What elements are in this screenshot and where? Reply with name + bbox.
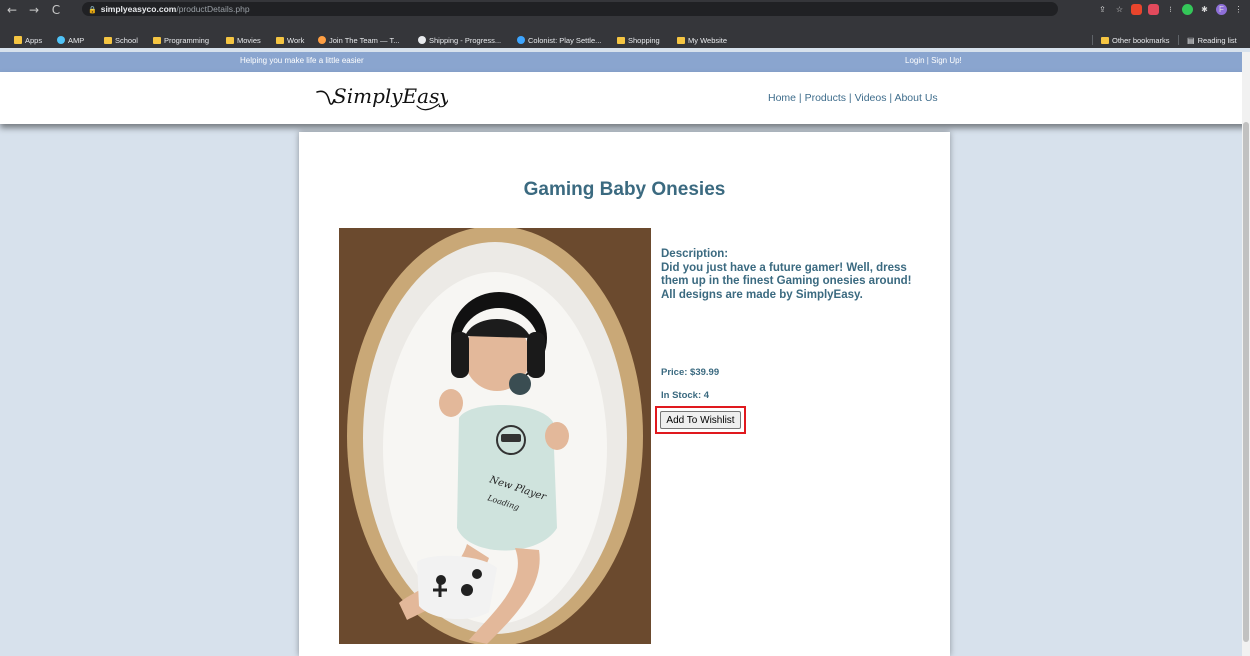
profile-icon[interactable]: F: [1216, 3, 1227, 15]
extension-icons: ⇪ ☆ ⁝ ✱ F ⋮: [1097, 3, 1244, 15]
extension-pocket-icon[interactable]: [1148, 3, 1159, 15]
product-title: Gaming Baby Onesies: [523, 179, 726, 200]
folder-icon: [153, 36, 161, 44]
reading-list-icon: ▤: [1187, 35, 1195, 45]
add-to-wishlist-button[interactable]: Add To Wishlist: [660, 411, 741, 429]
product-card: Gaming Baby Onesies New Player Loading D…: [299, 132, 950, 656]
site-tagline: Helping you make life a little easier: [240, 56, 364, 65]
bookmark-programming[interactable]: Programming: [153, 32, 209, 48]
site-icon: [517, 36, 525, 44]
folder-icon: [1101, 36, 1109, 44]
product-price: Price: $39.99: [661, 367, 720, 378]
bookmarks-divider: [1092, 35, 1093, 45]
folder-icon: [276, 36, 284, 44]
folder-icon: [677, 36, 685, 44]
folder-icon: [617, 36, 625, 44]
back-icon[interactable]: ←: [6, 3, 18, 17]
reading-list[interactable]: ▤ Reading list: [1187, 32, 1237, 48]
extension-red-icon[interactable]: [1131, 3, 1142, 15]
product-photo: New Player Loading: [339, 228, 651, 644]
main-nav[interactable]: Home | Products | Videos | About Us: [768, 92, 938, 104]
apps-grid-icon: [14, 36, 22, 44]
bookmark-colonist[interactable]: Colonist: Play Settle...: [517, 32, 601, 48]
amp-icon: [57, 36, 65, 44]
bookmark-amp[interactable]: AMP: [57, 32, 84, 48]
browser-toolbar: ← → C 🔒 simplyeasyco.com/productDetails.p…: [0, 0, 1250, 32]
site-topbar: Helping you make life a little easier Lo…: [0, 52, 1250, 72]
logo-text: SimplyEasy: [333, 84, 448, 108]
url-host: simplyeasyco.com: [100, 4, 177, 14]
bookmark-join-team[interactable]: Join The Team — T...: [318, 32, 399, 48]
share-icon[interactable]: ⇪: [1097, 4, 1108, 15]
folder-icon: [104, 36, 112, 44]
bookmark-work[interactable]: Work: [276, 32, 304, 48]
site-header: SimplyEasy Home | Products | Videos | Ab…: [0, 72, 1250, 124]
site-icon: [418, 36, 426, 44]
scrollbar-thumb[interactable]: [1243, 122, 1249, 642]
star-icon[interactable]: ☆: [1114, 4, 1125, 15]
menu-icon[interactable]: ⋮: [1233, 4, 1244, 15]
address-bar[interactable]: 🔒 simplyeasyco.com/productDetails.php: [82, 2, 1058, 16]
browser-nav-buttons: ← → C: [6, 2, 62, 18]
bookmark-my-website[interactable]: My Website: [677, 32, 727, 48]
bookmark-school[interactable]: School: [104, 32, 138, 48]
puzzle-icon[interactable]: ✱: [1199, 4, 1210, 15]
site-icon: [318, 36, 326, 44]
product-stock: In Stock: 4: [661, 390, 710, 401]
extension-gray-icon[interactable]: ⁝: [1165, 4, 1176, 15]
bookmark-apps[interactable]: Apps: [14, 32, 42, 48]
bookmarks-bar: Apps AMP School Programming Movies Work …: [0, 32, 1250, 48]
description-label: Description:: [661, 248, 729, 260]
extension-green-icon[interactable]: [1182, 3, 1193, 15]
reload-icon[interactable]: C: [50, 3, 62, 17]
forward-icon[interactable]: →: [28, 3, 40, 17]
lock-icon: 🔒: [88, 7, 97, 14]
description-text: Did you just have a future gamer! Well, …: [661, 261, 912, 301]
bookmark-movies[interactable]: Movies: [226, 32, 261, 48]
bookmark-shipping[interactable]: Shipping - Progress...: [418, 32, 501, 48]
bookmarks-divider: [1178, 35, 1179, 45]
url-path: /productDetails.php: [176, 4, 250, 14]
folder-icon: [226, 36, 234, 44]
login-signup-link[interactable]: Login | Sign Up!: [905, 56, 962, 65]
site-logo[interactable]: SimplyEasy: [313, 80, 448, 114]
bookmark-other[interactable]: Other bookmarks: [1101, 32, 1170, 48]
page-scrollbar[interactable]: [1242, 52, 1250, 656]
product-description: Description: Did you just have a future …: [661, 248, 921, 302]
bookmark-shopping[interactable]: Shopping: [617, 32, 660, 48]
